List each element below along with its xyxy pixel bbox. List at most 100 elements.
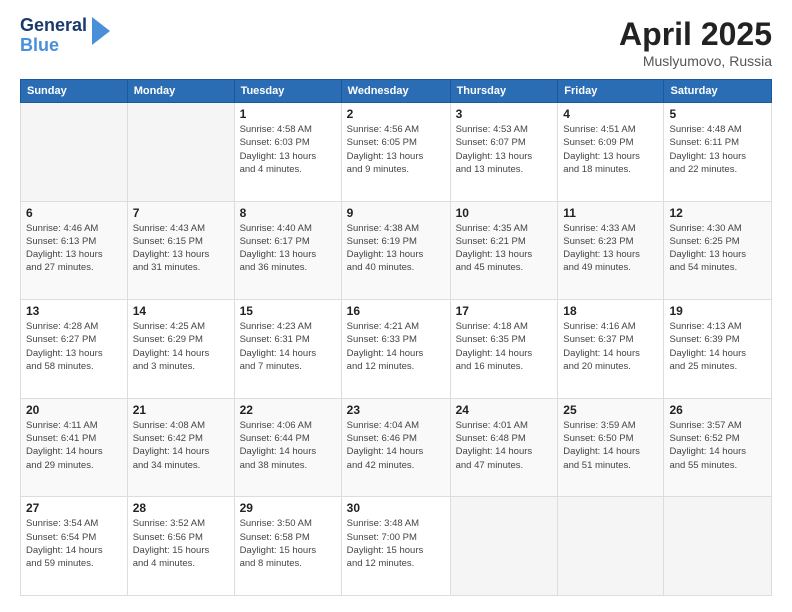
day-number: 5: [669, 107, 766, 121]
calendar-cell: 7 Sunrise: 4:43 AMSunset: 6:15 PMDaylight…: [127, 201, 234, 300]
calendar-cell: 22 Sunrise: 4:06 AMSunset: 6:44 PMDayligh…: [234, 398, 341, 497]
calendar-cell: 10 Sunrise: 4:35 AMSunset: 6:21 PMDayligh…: [450, 201, 558, 300]
day-info: Sunrise: 4:38 AMSunset: 6:19 PMDaylight:…: [347, 222, 445, 275]
calendar-cell: [21, 103, 128, 202]
day-info: Sunrise: 4:04 AMSunset: 6:46 PMDaylight:…: [347, 419, 445, 472]
day-info: Sunrise: 3:54 AMSunset: 6:54 PMDaylight:…: [26, 517, 122, 570]
day-number: 26: [669, 403, 766, 417]
day-number: 24: [456, 403, 553, 417]
calendar-cell: 17 Sunrise: 4:18 AMSunset: 6:35 PMDayligh…: [450, 300, 558, 399]
day-info: Sunrise: 3:52 AMSunset: 6:56 PMDaylight:…: [133, 517, 229, 570]
calendar-cell: 9Sunrise: 4:38 AMSunset: 6:19 PMDaylight…: [341, 201, 450, 300]
calendar-cell: 11 Sunrise: 4:33 AMSunset: 6:23 PMDayligh…: [558, 201, 664, 300]
calendar-cell: 25 Sunrise: 3:59 AMSunset: 6:50 PMDayligh…: [558, 398, 664, 497]
day-number: 18: [563, 304, 658, 318]
calendar-cell: 28 Sunrise: 3:52 AMSunset: 6:56 PMDayligh…: [127, 497, 234, 596]
day-number: 16: [347, 304, 445, 318]
day-info: Sunrise: 4:21 AMSunset: 6:33 PMDaylight:…: [347, 320, 445, 373]
day-info: Sunrise: 4:23 AMSunset: 6:31 PMDaylight:…: [240, 320, 336, 373]
day-number: 23: [347, 403, 445, 417]
day-number: 8: [240, 206, 336, 220]
day-info: Sunrise: 3:48 AMSunset: 7:00 PMDaylight:…: [347, 517, 445, 570]
day-number: 3: [456, 107, 553, 121]
calendar-cell: 19 Sunrise: 4:13 AMSunset: 6:39 PMDayligh…: [664, 300, 772, 399]
calendar-cell: 2Sunrise: 4:56 AMSunset: 6:05 PMDaylight…: [341, 103, 450, 202]
calendar-cell: 24 Sunrise: 4:01 AMSunset: 6:48 PMDayligh…: [450, 398, 558, 497]
calendar-cell: 3 Sunrise: 4:53 AMSunset: 6:07 PMDaylight…: [450, 103, 558, 202]
day-info: Sunrise: 4:43 AMSunset: 6:15 PMDaylight:…: [133, 222, 229, 275]
day-info: Sunrise: 4:13 AMSunset: 6:39 PMDaylight:…: [669, 320, 766, 373]
day-info: Sunrise: 3:57 AMSunset: 6:52 PMDaylight:…: [669, 419, 766, 472]
calendar-cell: 12 Sunrise: 4:30 AMSunset: 6:25 PMDayligh…: [664, 201, 772, 300]
calendar-cell: 6 Sunrise: 4:46 AMSunset: 6:13 PMDaylight…: [21, 201, 128, 300]
column-header-tuesday: Tuesday: [234, 80, 341, 103]
day-number: 14: [133, 304, 229, 318]
logo-blue: Blue: [20, 36, 87, 56]
calendar-cell: 21 Sunrise: 4:08 AMSunset: 6:42 PMDayligh…: [127, 398, 234, 497]
day-number: 15: [240, 304, 336, 318]
calendar-cell: [664, 497, 772, 596]
day-info: Sunrise: 4:08 AMSunset: 6:42 PMDaylight:…: [133, 419, 229, 472]
column-header-friday: Friday: [558, 80, 664, 103]
calendar-week-3: 13 Sunrise: 4:28 AMSunset: 6:27 PMDayligh…: [21, 300, 772, 399]
day-number: 10: [456, 206, 553, 220]
calendar-cell: 29 Sunrise: 3:50 AMSunset: 6:58 PMDayligh…: [234, 497, 341, 596]
day-number: 12: [669, 206, 766, 220]
column-header-monday: Monday: [127, 80, 234, 103]
day-number: 2: [347, 107, 445, 121]
day-info: Sunrise: 3:59 AMSunset: 6:50 PMDaylight:…: [563, 419, 658, 472]
day-info: Sunrise: 4:18 AMSunset: 6:35 PMDaylight:…: [456, 320, 553, 373]
day-info: Sunrise: 4:40 AMSunset: 6:17 PMDaylight:…: [240, 222, 336, 275]
column-header-thursday: Thursday: [450, 80, 558, 103]
column-header-sunday: Sunday: [21, 80, 128, 103]
calendar-week-4: 20 Sunrise: 4:11 AMSunset: 6:41 PMDayligh…: [21, 398, 772, 497]
calendar-cell: 13 Sunrise: 4:28 AMSunset: 6:27 PMDayligh…: [21, 300, 128, 399]
calendar-cell: 30 Sunrise: 3:48 AMSunset: 7:00 PMDayligh…: [341, 497, 450, 596]
day-info: Sunrise: 4:01 AMSunset: 6:48 PMDaylight:…: [456, 419, 553, 472]
calendar-header-row: SundayMondayTuesdayWednesdayThursdayFrid…: [21, 80, 772, 103]
day-number: 13: [26, 304, 122, 318]
calendar-cell: [558, 497, 664, 596]
day-number: 7: [133, 206, 229, 220]
day-info: Sunrise: 4:25 AMSunset: 6:29 PMDaylight:…: [133, 320, 229, 373]
calendar-cell: 23 Sunrise: 4:04 AMSunset: 6:46 PMDayligh…: [341, 398, 450, 497]
day-number: 28: [133, 501, 229, 515]
day-number: 29: [240, 501, 336, 515]
day-number: 20: [26, 403, 122, 417]
calendar-week-5: 27Sunrise: 3:54 AMSunset: 6:54 PMDayligh…: [21, 497, 772, 596]
day-info: Sunrise: 4:35 AMSunset: 6:21 PMDaylight:…: [456, 222, 553, 275]
logo-arrow-icon: [92, 17, 110, 50]
calendar-cell: 4Sunrise: 4:51 AMSunset: 6:09 PMDaylight…: [558, 103, 664, 202]
calendar-cell: 15 Sunrise: 4:23 AMSunset: 6:31 PMDayligh…: [234, 300, 341, 399]
day-info: Sunrise: 4:48 AMSunset: 6:11 PMDaylight:…: [669, 123, 766, 176]
day-info: Sunrise: 4:16 AMSunset: 6:37 PMDaylight:…: [563, 320, 658, 373]
calendar-week-2: 6 Sunrise: 4:46 AMSunset: 6:13 PMDaylight…: [21, 201, 772, 300]
day-info: Sunrise: 4:53 AMSunset: 6:07 PMDaylight:…: [456, 123, 553, 176]
day-number: 6: [26, 206, 122, 220]
column-header-wednesday: Wednesday: [341, 80, 450, 103]
calendar-cell: [127, 103, 234, 202]
day-number: 17: [456, 304, 553, 318]
day-info: Sunrise: 4:11 AMSunset: 6:41 PMDaylight:…: [26, 419, 122, 472]
calendar-cell: 1Sunrise: 4:58 AMSunset: 6:03 PMDaylight…: [234, 103, 341, 202]
day-info: Sunrise: 4:33 AMSunset: 6:23 PMDaylight:…: [563, 222, 658, 275]
calendar-cell: 26 Sunrise: 3:57 AMSunset: 6:52 PMDayligh…: [664, 398, 772, 497]
month-title: April 2025: [619, 16, 772, 53]
calendar: SundayMondayTuesdayWednesdayThursdayFrid…: [20, 79, 772, 596]
day-info: Sunrise: 4:30 AMSunset: 6:25 PMDaylight:…: [669, 222, 766, 275]
day-number: 11: [563, 206, 658, 220]
day-number: 30: [347, 501, 445, 515]
logo: General Blue: [20, 16, 110, 56]
day-info: Sunrise: 4:46 AMSunset: 6:13 PMDaylight:…: [26, 222, 122, 275]
calendar-cell: 5 Sunrise: 4:48 AMSunset: 6:11 PMDaylight…: [664, 103, 772, 202]
day-info: Sunrise: 4:28 AMSunset: 6:27 PMDaylight:…: [26, 320, 122, 373]
day-info: Sunrise: 3:50 AMSunset: 6:58 PMDaylight:…: [240, 517, 336, 570]
day-info: Sunrise: 4:06 AMSunset: 6:44 PMDaylight:…: [240, 419, 336, 472]
location: Muslyumovo, Russia: [619, 53, 772, 69]
day-number: 22: [240, 403, 336, 417]
day-info: Sunrise: 4:51 AMSunset: 6:09 PMDaylight:…: [563, 123, 658, 176]
day-number: 25: [563, 403, 658, 417]
day-number: 19: [669, 304, 766, 318]
calendar-cell: 18 Sunrise: 4:16 AMSunset: 6:37 PMDayligh…: [558, 300, 664, 399]
day-number: 21: [133, 403, 229, 417]
